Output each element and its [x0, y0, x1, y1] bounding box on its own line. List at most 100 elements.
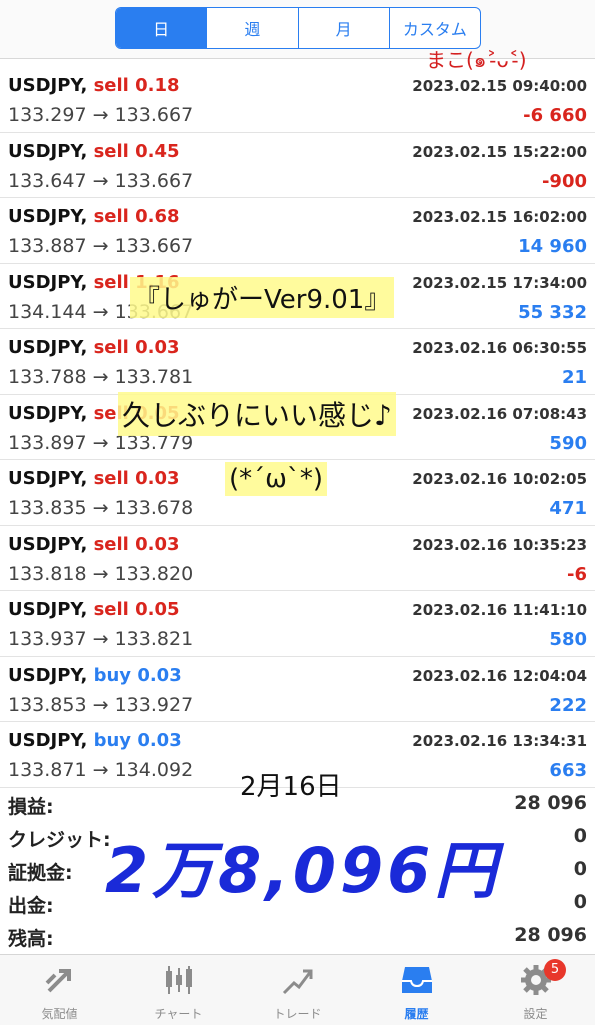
arrow-icon: →	[92, 562, 109, 585]
trade-side: sell	[93, 206, 129, 227]
summary-value: 28 096	[514, 924, 587, 946]
trade-lots: 0.05	[135, 599, 180, 620]
trade-lots: 0.03	[137, 664, 182, 686]
trade-side: sell	[93, 75, 129, 96]
trade-row[interactable]: USDJPY, sell 0.03 2023.02.16 10:35:23 133.…	[0, 526, 595, 591]
trade-prices: 133.788 → 133.781	[8, 366, 193, 388]
version-annotation: 『しゅがーVer9.01』	[130, 277, 395, 318]
tab-history[interactable]: 履歴	[357, 955, 476, 1025]
trade-row[interactable]: USDJPY, sell 0.68 2023.02.15 16:02:00 133.…	[0, 198, 595, 264]
bottom-tab-bar: 気配値 チャート トレード 履歴 5 設定	[0, 954, 595, 1025]
face-annotation: (*´ω`*)	[225, 462, 328, 496]
arrow-icon: →	[92, 497, 109, 519]
tab-month[interactable]: 月	[297, 8, 389, 48]
trade-symbol: USDJPY,	[8, 75, 88, 96]
trade-profit: 222	[549, 694, 587, 716]
open-price: 133.897	[8, 431, 87, 454]
summary-value: 0	[573, 825, 587, 847]
summary-value: 0	[573, 858, 587, 880]
trade-profit: -900	[541, 170, 587, 192]
trade-lots: 0.03	[135, 337, 180, 358]
tab-trade-label: トレード	[273, 1007, 322, 1021]
trade-profit: -6	[567, 563, 587, 585]
summary-label: 損益:	[8, 796, 54, 818]
trade-title: USDJPY, sell 0.03	[8, 534, 180, 555]
trade-side: sell	[93, 533, 129, 555]
trade-title: USDJPY, sell 0.45	[8, 141, 180, 162]
trade-side: sell	[93, 337, 129, 358]
trade-symbol: USDJPY,	[8, 468, 88, 489]
close-price: 133.667	[114, 169, 194, 192]
trade-title: USDJPY, sell 0.18	[8, 75, 180, 96]
open-price: 133.835	[8, 497, 87, 519]
summary-label: 証拠金:	[8, 862, 73, 884]
open-price: 133.853	[8, 693, 87, 716]
trade-profit: 55 332	[518, 301, 587, 323]
trade-row[interactable]: USDJPY, sell 0.03 2023.02.16 06:30:55 133.…	[0, 329, 595, 395]
trade-lots: 0.68	[135, 206, 180, 227]
trade-side: sell	[93, 271, 129, 293]
tab-day[interactable]: 日	[116, 8, 207, 48]
arrow-icon: →	[92, 235, 109, 257]
open-price: 133.818	[8, 562, 87, 585]
trade-prices: 133.853 → 133.927	[8, 694, 193, 716]
trade-symbol: USDJPY,	[8, 271, 88, 293]
trade-side: sell	[93, 140, 129, 162]
trade-title: USDJPY, sell 0.05	[8, 599, 180, 620]
trade-lots: 0.03	[135, 533, 180, 555]
quotes-icon	[45, 969, 71, 993]
arrow-icon: →	[92, 366, 109, 388]
tab-custom[interactable]: カスタム	[388, 8, 480, 48]
close-price: 133.667	[114, 235, 194, 257]
summary-label: 出金:	[8, 895, 54, 917]
trade-profit: 580	[549, 629, 587, 650]
trade-lots: 0.18	[135, 75, 180, 96]
trade-symbol: USDJPY,	[8, 599, 88, 620]
trade-profit: 590	[549, 432, 587, 454]
open-price: 133.871	[8, 759, 87, 781]
trade-prices: 133.937 → 133.821	[8, 628, 193, 650]
trade-prices: 133.835 → 133.678	[8, 497, 193, 519]
trade-symbol: USDJPY,	[8, 206, 88, 227]
trade-time: 2023.02.16 12:04:04	[412, 666, 587, 685]
feeling-annotation: 久しぶりにいい感じ♪	[118, 392, 396, 436]
trade-row[interactable]: USDJPY, sell 0.45 2023.02.15 15:22:00 133.…	[0, 133, 595, 198]
trade-profit: 14 960	[518, 236, 587, 257]
close-price: 133.667	[114, 104, 194, 126]
arrow-icon: →	[92, 759, 109, 781]
author-annotation: まこ(๑˃̵ᴗ˂̵)	[426, 48, 527, 72]
tab-quotes[interactable]: 気配値	[0, 955, 119, 1025]
tab-history-label: 履歴	[404, 1007, 429, 1021]
tab-chart[interactable]: チャート	[119, 955, 238, 1025]
trade-row[interactable]: USDJPY, buy 0.03 2023.02.16 12:04:04 133.8…	[0, 657, 595, 722]
trade-side: buy	[93, 730, 132, 751]
trade-profit: 21	[561, 367, 587, 388]
trade-side: sell	[93, 468, 129, 489]
open-price: 134.144	[8, 300, 87, 323]
date-annotation: 2月16日	[240, 772, 342, 802]
trade-row[interactable]: USDJPY, sell 0.18 2023.02.15 09:40:00 133.…	[0, 67, 595, 133]
trade-row[interactable]: USDJPY, sell 0.05 2023.02.16 11:41:10 133.…	[0, 591, 595, 657]
trade-title: USDJPY, buy 0.03	[8, 665, 182, 686]
trade-title: USDJPY, sell 0.03	[8, 337, 180, 358]
summary-label: クレジット:	[8, 829, 111, 851]
tab-week[interactable]: 週	[206, 8, 297, 48]
tab-trade[interactable]: トレード	[238, 955, 357, 1025]
trade-time: 2023.02.16 10:02:05	[412, 470, 587, 488]
chart-icon	[165, 966, 192, 994]
close-price: 133.821	[114, 628, 194, 650]
arrow-icon: →	[92, 104, 109, 126]
trade-time: 2023.02.16 07:08:43	[412, 404, 587, 423]
trade-symbol: USDJPY,	[8, 337, 88, 358]
trade-time: 2023.02.16 06:30:55	[412, 339, 587, 357]
trade-prices: 133.297 → 133.667	[8, 104, 193, 126]
trade-lots: 0.03	[137, 730, 182, 751]
tab-settings[interactable]: 5 設定	[476, 955, 595, 1025]
trade-time: 2023.02.15 16:02:00	[412, 208, 587, 226]
close-price: 133.781	[114, 366, 194, 388]
open-price: 133.887	[8, 235, 87, 257]
arrow-icon: →	[92, 693, 109, 716]
summary-value: 0	[573, 891, 587, 913]
close-price: 133.678	[114, 497, 194, 519]
arrow-icon: →	[92, 628, 109, 650]
